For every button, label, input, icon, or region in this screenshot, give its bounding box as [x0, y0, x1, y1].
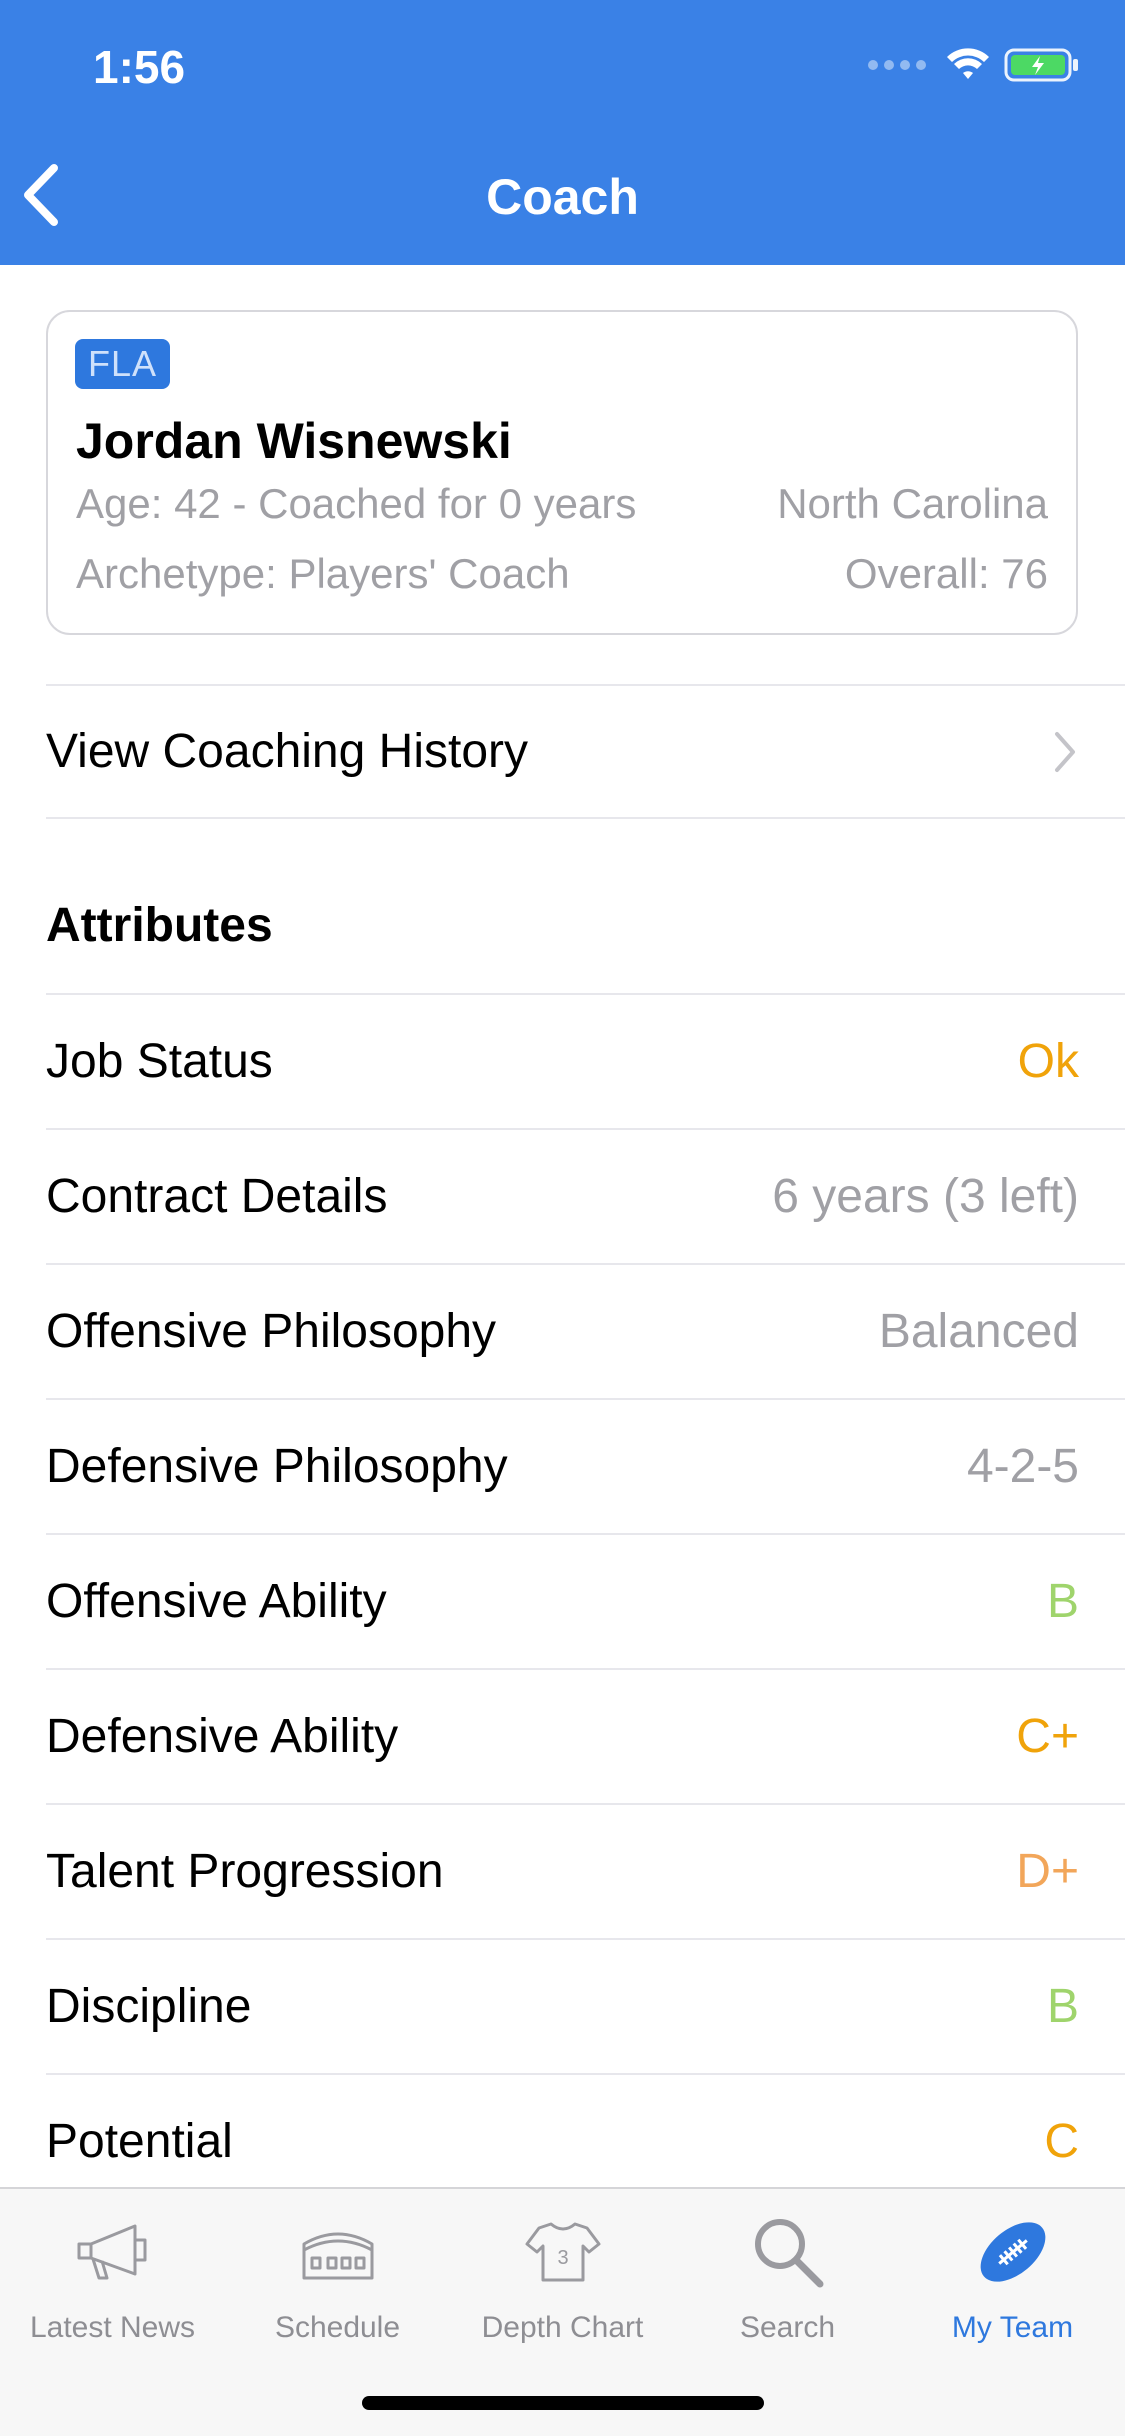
attribute-row-talent-progression: Talent Progression D+	[46, 1803, 1125, 1938]
attribute-label: Offensive Ability	[46, 1575, 387, 1628]
tab-search[interactable]: Search	[675, 2211, 900, 2361]
tab-label: Depth Chart	[481, 2311, 644, 2344]
tab-schedule[interactable]: Schedule	[225, 2211, 450, 2361]
signal-icon	[868, 60, 926, 70]
tab-depth-chart[interactable]: 3 Depth Chart	[450, 2211, 675, 2361]
page-title: Coach	[486, 169, 639, 225]
wifi-icon	[947, 48, 989, 79]
attribute-row-defensive-philosophy: Defensive Philosophy 4-2-5	[46, 1398, 1125, 1533]
team-badge: FLA	[75, 339, 171, 389]
tab-label: My Team	[951, 2311, 1074, 2344]
megaphone-icon	[77, 2224, 146, 2280]
attribute-label: Defensive Philosophy	[46, 1440, 508, 1493]
coach-overall: Overall: 76	[844, 550, 1048, 597]
attribute-value: D+	[1016, 1845, 1079, 1898]
attributes-heading: Attributes	[46, 899, 273, 952]
attribute-value: Ok	[1017, 1035, 1079, 1088]
status-time: 1:56	[93, 41, 186, 93]
stadium-icon	[302, 2232, 373, 2280]
attribute-value: Balanced	[878, 1305, 1079, 1358]
search-icon	[754, 2219, 823, 2288]
coach-location: North Carolina	[777, 480, 1048, 527]
attribute-row-offensive-ability: Offensive Ability B	[46, 1533, 1125, 1668]
attribute-label: Discipline	[46, 1980, 252, 2033]
status-icons	[868, 48, 1080, 82]
nav-header: 1:56 Coach	[0, 0, 1125, 265]
attribute-value: C	[1044, 2115, 1079, 2168]
tab-latest-news[interactable]: Latest News	[0, 2211, 225, 2361]
attribute-value: 4-2-5	[966, 1440, 1079, 1493]
attribute-value: B	[1046, 1980, 1079, 2033]
view-coaching-history-label: View Coaching History	[46, 725, 528, 778]
coach-name: Jordan Wisnewski	[76, 413, 512, 469]
jersey-icon: 3	[525, 2222, 600, 2282]
view-coaching-history-row[interactable]: View Coaching History	[46, 684, 1125, 819]
attribute-value: B	[1046, 1575, 1079, 1628]
attribute-row-contract-details: Contract Details 6 years (3 left)	[46, 1128, 1125, 1263]
coach-info-line-1: Age: 42 - Coached for 0 years North Caro…	[76, 480, 1048, 528]
attribute-row-job-status: Job Status Ok	[46, 993, 1125, 1128]
tab-label: Schedule	[274, 2311, 401, 2344]
chevron-right-icon	[1055, 731, 1075, 772]
coach-age: Age: 42 - Coached for 0 years	[76, 480, 637, 527]
coach-card: FLA Jordan Wisnewski Age: 42 - Coached f…	[46, 310, 1078, 635]
attribute-label: Offensive Philosophy	[46, 1305, 497, 1358]
screen: 1:56 Coach FLA Jordan Wisnewski Age: 42 …	[0, 0, 1125, 2436]
coach-info-line-2: Archetype: Players' Coach Overall: 76	[76, 550, 1048, 598]
attribute-value: C+	[1016, 1710, 1079, 1763]
tab-label: Latest News	[29, 2311, 196, 2344]
attribute-row-discipline: Discipline B	[46, 1938, 1125, 2073]
tab-label: Search	[739, 2311, 836, 2344]
attribute-label: Talent Progression	[46, 1845, 444, 1898]
attribute-label: Potential	[46, 2115, 233, 2168]
home-indicator	[362, 2396, 764, 2410]
svg-text:3: 3	[557, 2247, 568, 2269]
attribute-label: Job Status	[46, 1035, 273, 1088]
attribute-value: 6 years (3 left)	[772, 1170, 1079, 1223]
coach-archetype: Archetype: Players' Coach	[76, 550, 570, 597]
attribute-row-offensive-philosophy: Offensive Philosophy Balanced	[46, 1263, 1125, 1398]
tab-my-team[interactable]: My Team	[900, 2211, 1125, 2361]
attribute-label: Defensive Ability	[46, 1710, 399, 1763]
attribute-row-defensive-ability: Defensive Ability C+	[46, 1668, 1125, 1803]
attribute-label: Contract Details	[46, 1170, 388, 1223]
football-icon	[980, 2222, 1045, 2282]
battery-icon	[1004, 48, 1078, 82]
